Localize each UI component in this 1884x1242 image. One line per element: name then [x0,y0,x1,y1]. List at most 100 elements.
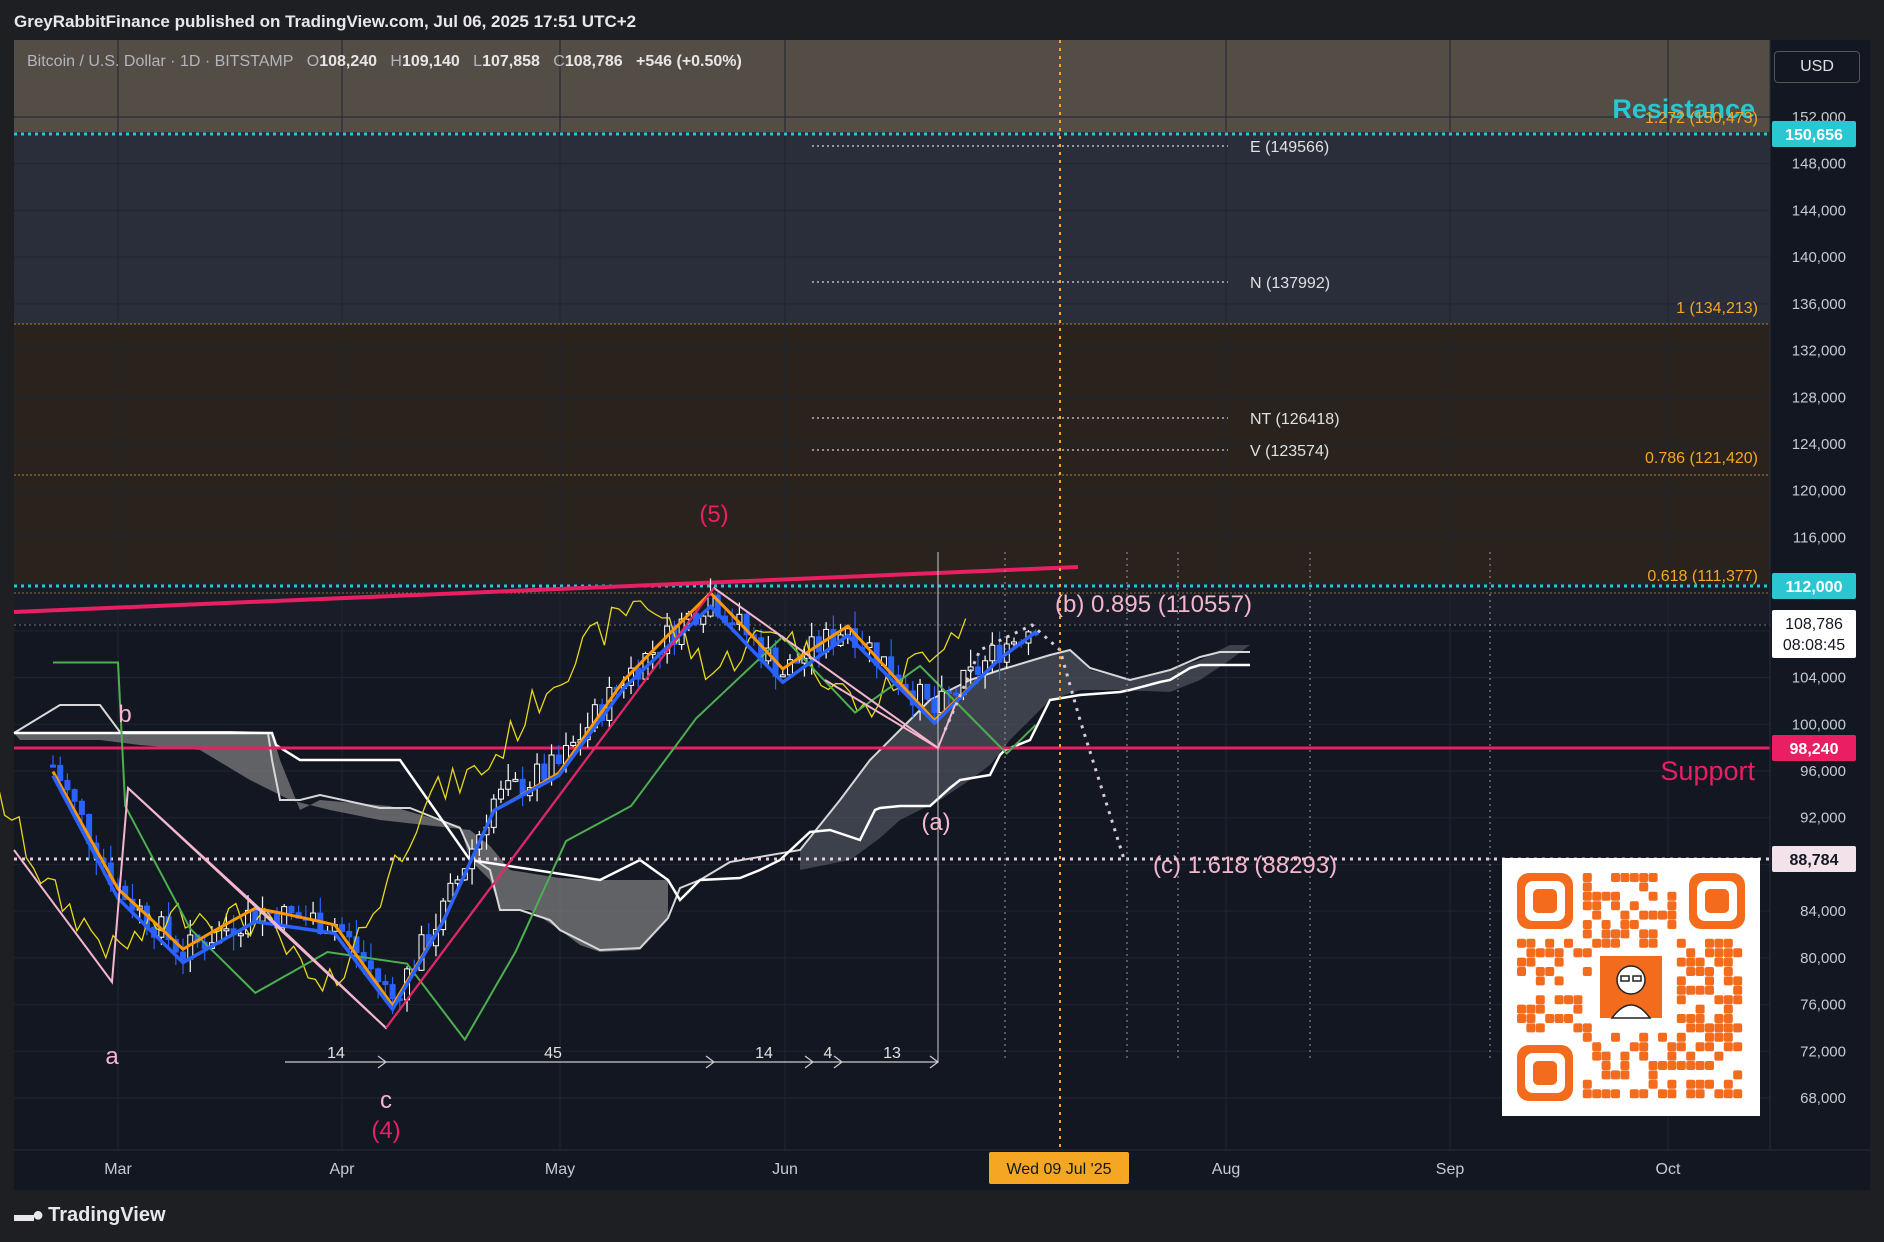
legend-symbol: Bitcoin / U.S. Dollar · 1D · BITSTAMP [27,53,294,70]
y-tick-label: 92,000 [1800,810,1846,827]
qr-cell [1582,1023,1592,1033]
candle-body [938,690,945,713]
qr-cell [1535,976,1545,986]
qr-cell [1526,957,1536,967]
qr-cell [1686,1079,1696,1089]
qr-cell [1705,1079,1714,1089]
chart-svg[interactable]: 68,00072,00076,00080,00084,00088,00092,0… [0,0,1884,1242]
qr-cell [1517,1004,1526,1014]
level-112-tag: 112,000 [1786,579,1843,596]
qr-cell [1705,1061,1714,1070]
NT-label: NT (126418) [1250,411,1340,428]
qr-cell [1564,938,1573,948]
qr-cell [1676,1014,1686,1023]
mid-zone [14,132,1770,324]
qr-cell [1648,891,1658,901]
y-tick-label: 96,000 [1800,763,1846,780]
qr-cell [1592,891,1602,901]
candle-body [512,778,519,782]
qr-cell [1733,1042,1743,1052]
qr-cell [1733,985,1743,995]
qr-cell [1592,901,1602,911]
qr-cell [1695,1004,1705,1014]
qr-cell [1620,910,1630,920]
candle-body [375,968,382,983]
count-14a: 14 [327,1045,345,1062]
qr-cell [1629,873,1639,882]
qr-cell [1611,1070,1620,1080]
qr-cell [1601,920,1611,929]
qr-cell [1620,929,1630,939]
qr-cell [1582,929,1592,939]
qr-cell [1620,1051,1630,1061]
qr-cell [1686,1089,1696,1099]
tradingview-logo[interactable]: ▬● TradingView [14,1204,166,1227]
qr-cell [1601,938,1611,948]
qr-cell [1554,948,1564,958]
vertical-dotted-lines [1004,552,1491,1062]
candle-body [974,666,981,675]
qr-cell [1535,995,1545,1005]
qr-cell [1601,891,1611,901]
qr-cell [1714,1032,1724,1042]
N-label: N (137992) [1250,275,1330,292]
qr-cell [1554,957,1564,967]
currency-button[interactable]: USD [1774,51,1860,83]
qr-cell [1629,901,1639,911]
y-tick-label: 76,000 [1800,997,1846,1014]
qr-cell [1667,920,1677,929]
support-label: Support [1660,756,1755,786]
qr-cell [1545,948,1555,958]
qr-cell [1648,929,1658,939]
qr-cell [1601,1061,1611,1070]
wave-b-big-label: (b) 0.895 (110557) [1055,591,1252,618]
qr-cell [1723,948,1733,958]
wave-c-label: c [380,1087,392,1114]
qr-cell [1723,1014,1733,1023]
qr-cell [1592,1042,1602,1052]
qr-cell [1705,1023,1714,1033]
qr-cell [1573,1023,1583,1033]
qr-code [1502,858,1760,1116]
wave-4-label: (4) [371,1117,400,1144]
qr-cell [1601,1051,1611,1061]
candle-body [700,615,707,625]
qr-cell [1592,910,1602,920]
y-tick-label: 124,000 [1792,436,1846,453]
qr-cell [1733,976,1743,986]
candle-body [367,960,374,970]
qr-cell [1705,985,1714,995]
qr-cell [1733,948,1743,958]
tradingview-mark-icon: ▬● [14,1204,44,1226]
qr-cell [1629,1089,1639,1099]
legend-c-label: C [553,53,565,70]
candle-body [288,906,295,914]
qr-cell [1639,938,1649,948]
bottom-bar [0,1190,1884,1242]
qr-cell [1620,1070,1630,1080]
qr-cell [1667,891,1677,901]
qr-cell [1686,1023,1696,1033]
qr-cell [1545,1014,1555,1023]
qr-cell [1620,873,1630,882]
qr-cell [1554,995,1564,1005]
y-tick-label: 128,000 [1792,389,1846,406]
candle-body [779,674,786,678]
candle-body [989,644,996,662]
resistance-tag: 150,656 [1785,127,1843,144]
qr-cell [1695,957,1705,967]
upper-dark-zone [14,584,1770,624]
qr-cell [1723,976,1733,986]
x-tick-label: Sep [1436,1161,1465,1178]
y-tick-label: 136,000 [1792,296,1846,313]
qr-cell [1714,957,1724,967]
qr-cell [1686,1014,1696,1023]
y-tick-label: 144,000 [1792,202,1846,219]
qr-cell [1545,967,1555,976]
qr-cell [1695,1079,1705,1089]
target-tag: 88,784 [1790,852,1839,869]
y-tick-label: 84,000 [1800,903,1846,920]
qr-cell [1611,873,1620,882]
qr-cell [1667,1051,1677,1061]
wave-c-target-label: (c) 1.618 (88293) [1153,852,1337,879]
